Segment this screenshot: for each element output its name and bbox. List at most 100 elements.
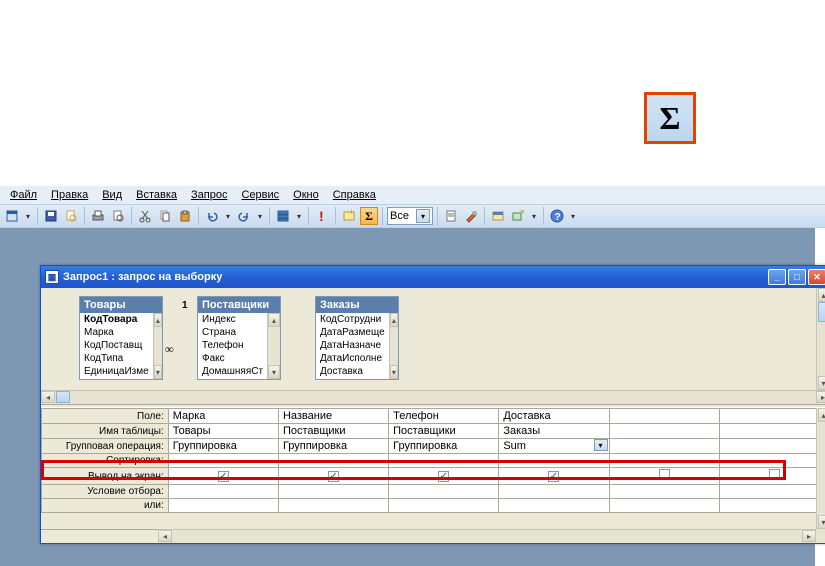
grid-cell-table[interactable]: Заказы (499, 424, 609, 439)
scroll-down-icon[interactable]: ▾ (818, 515, 825, 529)
grid-cell-sort[interactable] (499, 454, 609, 468)
chevron-down-icon[interactable]: ▾ (416, 209, 430, 223)
checkbox-unchecked-icon[interactable] (769, 469, 780, 480)
redo-button[interactable] (235, 207, 253, 225)
maximize-button[interactable]: □ (788, 269, 806, 285)
view-dropdown[interactable]: ▾ (23, 207, 33, 225)
scroll-up-icon[interactable]: ▴ (818, 288, 825, 302)
menu-file[interactable]: Файл (4, 188, 43, 202)
grid-cell-table[interactable]: Товары (168, 424, 278, 439)
copy-button[interactable] (156, 207, 174, 225)
checkbox-unchecked-icon[interactable] (659, 469, 670, 480)
query-type-button[interactable] (274, 207, 292, 225)
grid-cell-show[interactable]: ✓ (389, 468, 499, 485)
table-1-field[interactable]: Марка (80, 326, 153, 339)
grid-cell-criteria[interactable] (389, 485, 499, 499)
top-values-combo[interactable]: Все ▾ (387, 207, 433, 225)
grid-cell-criteria[interactable] (168, 485, 278, 499)
table-2-field[interactable]: Телефон (198, 339, 267, 352)
grid-cell-table[interactable]: Поставщики (278, 424, 388, 439)
table-2-field[interactable]: Индекс (198, 313, 267, 326)
grid-cell-field[interactable] (609, 409, 719, 424)
grid-cell-or[interactable] (499, 499, 609, 513)
save-button[interactable] (42, 207, 60, 225)
grid-cell-or[interactable] (168, 499, 278, 513)
close-button[interactable]: ✕ (808, 269, 825, 285)
new-object-button[interactable] (509, 207, 527, 225)
grid-cell-show[interactable]: ✓ (278, 468, 388, 485)
grid-hscrollbar[interactable]: ◂ ▸ (158, 529, 816, 543)
help-dropdown[interactable]: ▾ (568, 207, 578, 225)
table-2-title[interactable]: Поставщики (198, 297, 280, 313)
grid-cell-criteria[interactable] (278, 485, 388, 499)
grid-vscrollbar[interactable]: ▴ ▾ (816, 408, 825, 529)
grid-cell-table[interactable] (609, 424, 719, 439)
table-1-field[interactable]: КодПоставщ (80, 339, 153, 352)
minimize-button[interactable]: _ (768, 269, 786, 285)
grid-cell-show[interactable] (609, 468, 719, 485)
scroll-up-icon[interactable]: ▴ (818, 408, 825, 422)
view-button[interactable] (3, 207, 21, 225)
grid-cell-show[interactable]: ✓ (499, 468, 609, 485)
grid-cell-field[interactable]: Доставка (499, 409, 609, 424)
grid-cell-sort[interactable] (278, 454, 388, 468)
scroll-down-icon[interactable]: ▾ (268, 365, 280, 379)
grid-cell-criteria[interactable] (719, 485, 825, 499)
checkbox-checked-icon[interactable]: ✓ (328, 471, 339, 482)
table-3-field[interactable]: Доставка (316, 365, 389, 378)
table-1-field[interactable]: КодТовара (80, 313, 153, 326)
table-3-scrollbar[interactable]: ▴ ▾ (389, 313, 398, 379)
table-1-title[interactable]: Товары (80, 297, 162, 313)
scroll-right-icon[interactable]: ▸ (816, 391, 825, 403)
scroll-left-icon[interactable]: ◂ (41, 391, 55, 403)
table-box-1[interactable]: Товары КодТовара Марка КодПоставщ КодТип… (79, 296, 163, 380)
grid-cell-groupop[interactable]: Группировка (278, 439, 388, 454)
grid-cell-sort[interactable] (168, 454, 278, 468)
undo-dropdown[interactable]: ▾ (223, 207, 233, 225)
build-button[interactable] (462, 207, 480, 225)
grid-cell-groupop[interactable]: Группировка (389, 439, 499, 454)
scroll-down-icon[interactable]: ▾ (154, 365, 162, 379)
grid-cell-sort[interactable] (389, 454, 499, 468)
table-box-2[interactable]: Поставщики Индекс Страна Телефон Факс До… (197, 296, 281, 380)
grid-cell-table[interactable] (719, 424, 825, 439)
print-preview-button[interactable] (109, 207, 127, 225)
checkbox-checked-icon[interactable]: ✓ (218, 471, 229, 482)
menu-window[interactable]: Окно (287, 188, 325, 202)
grid-cell-field[interactable]: Телефон (389, 409, 499, 424)
table-1-field[interactable]: ЕдиницаИзме (80, 365, 153, 378)
table-3-field[interactable]: ДатаИсполне (316, 352, 389, 365)
undo-button[interactable] (203, 207, 221, 225)
checkbox-checked-icon[interactable]: ✓ (438, 471, 449, 482)
cut-button[interactable] (136, 207, 154, 225)
show-table-button[interactable]: + (340, 207, 358, 225)
grid-cell-or[interactable] (278, 499, 388, 513)
print-button[interactable] (89, 207, 107, 225)
scroll-up-icon[interactable]: ▴ (268, 313, 280, 327)
table-2-field[interactable]: Страна (198, 326, 267, 339)
run-button[interactable]: ! (313, 207, 331, 225)
paste-button[interactable] (176, 207, 194, 225)
scroll-right-icon[interactable]: ▸ (802, 530, 816, 542)
database-window-button[interactable] (489, 207, 507, 225)
totals-sigma-button[interactable]: Σ (360, 207, 378, 225)
table-3-field[interactable]: ДатаРазмеще (316, 326, 389, 339)
menu-edit[interactable]: Правка (45, 188, 94, 202)
grid-cell-groupop[interactable] (609, 439, 719, 454)
grid-cell-field[interactable]: Марка (168, 409, 278, 424)
table-2-field[interactable]: ДомашняяСт (198, 365, 267, 378)
grid-cell-groupop-active[interactable]: Sum ▾ (499, 439, 609, 454)
grid-cell-field[interactable]: Название (278, 409, 388, 424)
menu-view[interactable]: Вид (96, 188, 128, 202)
tables-pane-vscrollbar[interactable]: ▴ ▾ (816, 288, 825, 390)
chevron-down-icon[interactable]: ▾ (594, 439, 608, 451)
scroll-up-icon[interactable]: ▴ (154, 313, 162, 327)
table-1-field[interactable]: КодТипа (80, 352, 153, 365)
grid-cell-criteria[interactable] (499, 485, 609, 499)
menu-insert[interactable]: Вставка (130, 188, 183, 202)
table-box-3[interactable]: Заказы КодСотрудни ДатаРазмеще ДатаНазна… (315, 296, 399, 380)
titlebar[interactable]: ▦ Запрос1 : запрос на выборку _ □ ✕ (41, 266, 825, 288)
grid-cell-field[interactable] (719, 409, 825, 424)
grid-cell-or[interactable] (609, 499, 719, 513)
tables-pane[interactable]: Товары КодТовара Марка КодПоставщ КодТип… (41, 288, 825, 404)
